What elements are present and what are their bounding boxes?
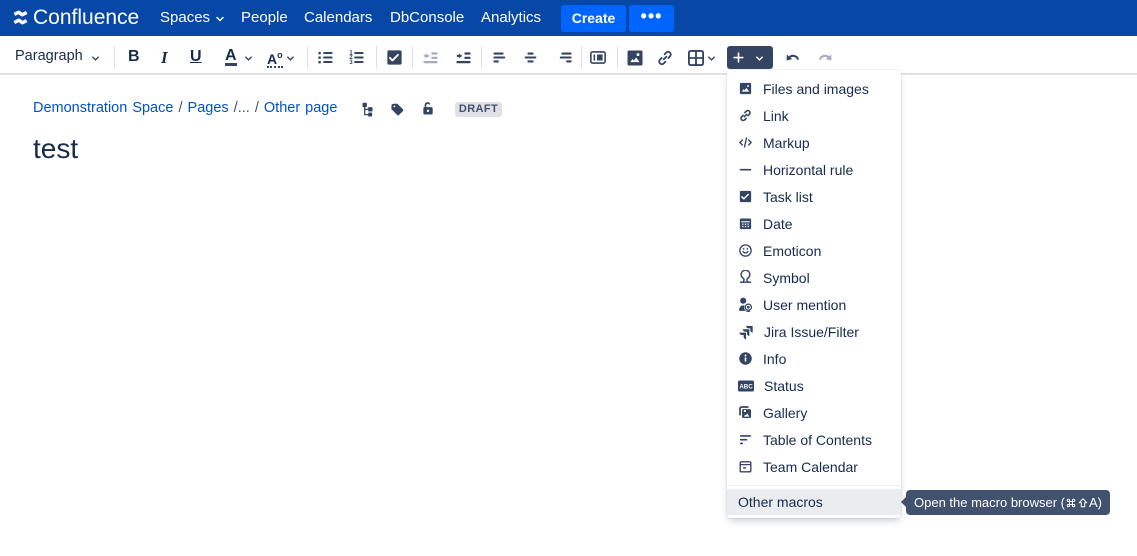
svg-text:ABC: ABC	[739, 383, 753, 390]
svg-text:3: 3	[349, 60, 353, 66]
